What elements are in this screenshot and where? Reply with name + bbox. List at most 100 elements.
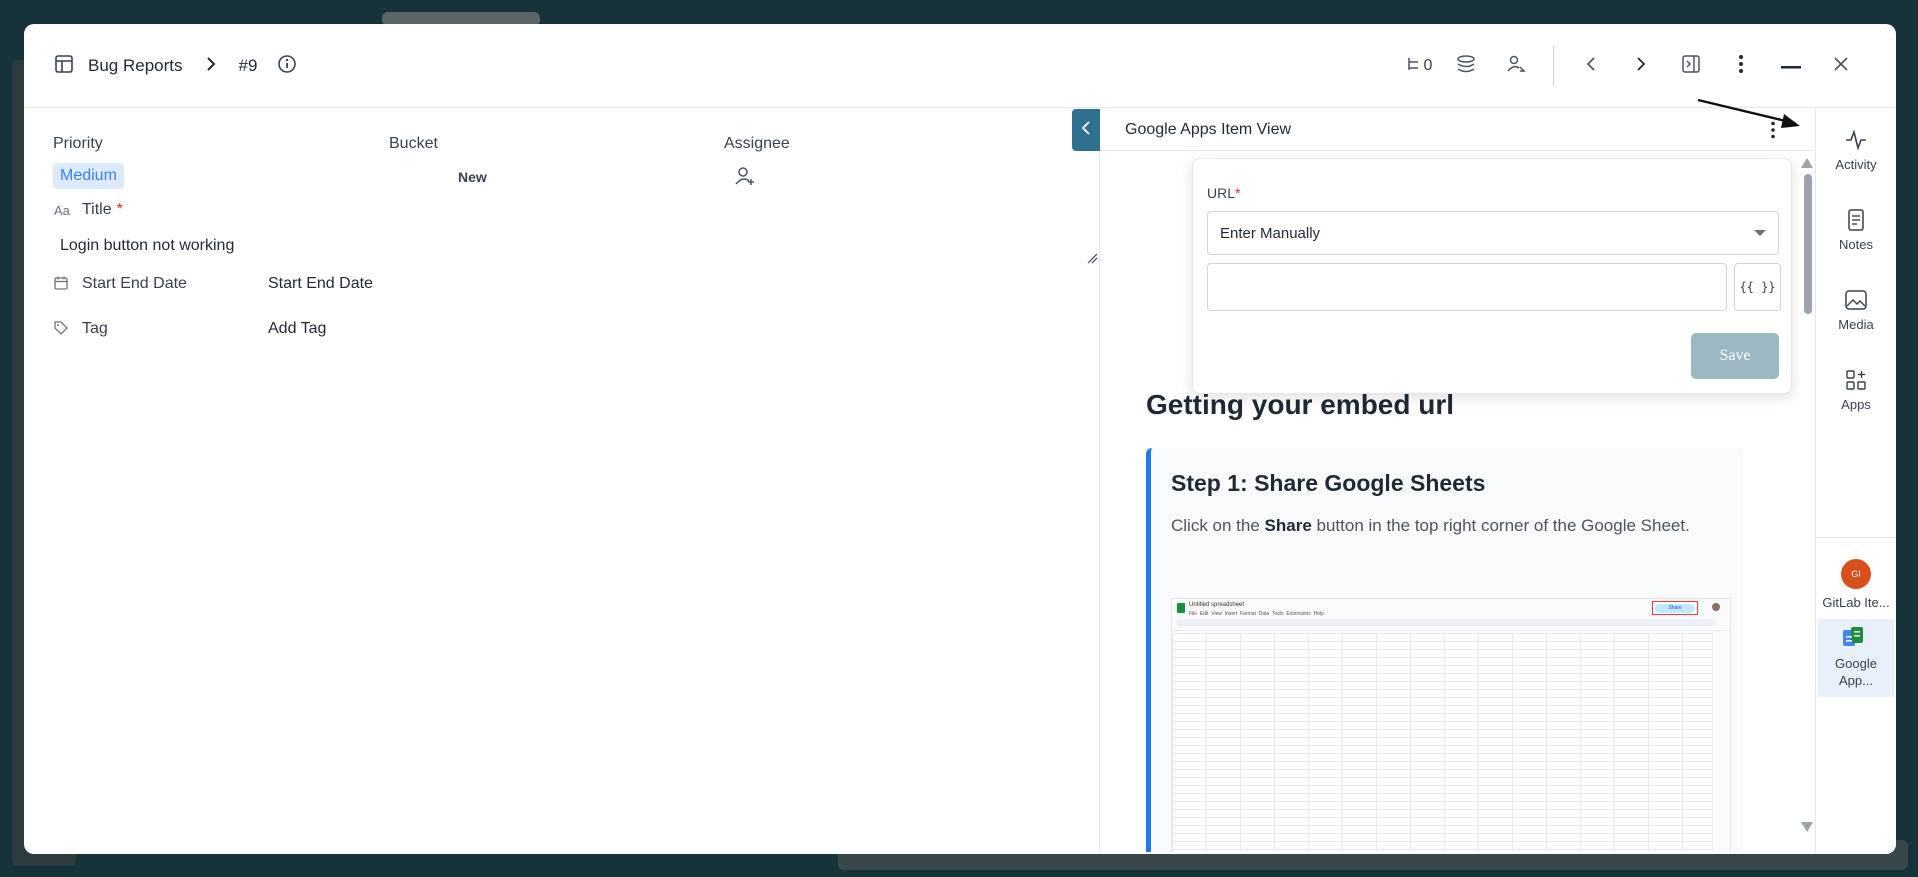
sheet-toolbar xyxy=(1176,619,1716,627)
url-required-marker: * xyxy=(1235,185,1241,201)
start-end-row: Start End Date Start End Date xyxy=(54,275,373,293)
sheet-share-label: Share xyxy=(1655,604,1695,613)
item-modal: Bug Reports #9 0 Priority Medium Bucket … xyxy=(24,24,1896,854)
panel-title: Google Apps Item View xyxy=(1125,120,1292,138)
priority-badge[interactable]: Medium xyxy=(53,163,124,189)
chevron-right-icon xyxy=(205,56,217,76)
add-assignee-icon[interactable] xyxy=(734,165,790,192)
title-value: Login button not working xyxy=(60,237,235,254)
start-end-label: Start End Date xyxy=(82,275,187,292)
rail-item-media[interactable]: Media xyxy=(1816,285,1896,332)
chevron-left-icon xyxy=(1585,56,1597,77)
priority-label: Priority xyxy=(53,135,103,152)
item-details: Priority Medium Bucket New Assignee Aa T… xyxy=(24,109,1099,854)
bucket-field: Bucket New xyxy=(389,135,487,185)
board-name-link[interactable]: Bug Reports xyxy=(88,56,183,76)
url-label-text: URL xyxy=(1207,185,1236,201)
subitems-count: 0 xyxy=(1423,57,1433,74)
dependencies-button[interactable] xyxy=(1441,46,1491,86)
rail-item-activity[interactable]: Activity xyxy=(1816,125,1896,172)
board-icon xyxy=(54,54,74,79)
rail-label-notes: Notes xyxy=(1839,237,1873,252)
rail-item-notes[interactable]: Notes xyxy=(1816,205,1896,252)
sheet-share-button: Share xyxy=(1652,601,1698,615)
rail-item-google-apps[interactable]: Google App... xyxy=(1818,619,1894,697)
toggle-sidepanel-button[interactable] xyxy=(1666,46,1716,86)
rail-label-gitlab: GitLab Ite... xyxy=(1822,595,1890,610)
step-description: Click on the Share button in the top rig… xyxy=(1171,512,1731,540)
user-share-icon xyxy=(1506,54,1526,79)
subitems-icon xyxy=(1406,56,1422,77)
previous-item-button[interactable] xyxy=(1566,46,1616,86)
panel-content: Getting your embed url Step 1: Share Goo… xyxy=(1100,152,1800,852)
sheet-title: Untitled spreadsheet xyxy=(1189,602,1245,608)
stack-icon xyxy=(1455,54,1477,79)
url-source-value: Enter Manually xyxy=(1220,224,1321,242)
title-label: Title xyxy=(82,201,112,218)
scroll-up-icon[interactable] xyxy=(1801,158,1813,168)
sheet-sidebar xyxy=(1712,631,1730,852)
panel-scrollbar[interactable] xyxy=(1800,152,1814,852)
apps-grid-icon xyxy=(1846,365,1866,395)
resize-handle-icon[interactable] xyxy=(1086,251,1098,269)
right-rail: Activity Notes Media Apps GI GitLab Ite.… xyxy=(1815,109,1896,854)
modal-header: Bug Reports #9 0 xyxy=(24,24,1896,108)
info-icon[interactable] xyxy=(277,54,297,79)
google-apps-panel: Google Apps Item View Getting your embed… xyxy=(1072,109,1814,854)
save-button[interactable]: Save xyxy=(1691,333,1779,379)
dropdown-caret-icon xyxy=(1754,230,1766,236)
sheets-logo-icon xyxy=(1177,603,1185,613)
next-item-button[interactable] xyxy=(1616,46,1666,86)
bucket-value[interactable]: New xyxy=(458,169,487,185)
minimize-icon xyxy=(1781,57,1801,75)
notes-icon xyxy=(1847,205,1865,235)
rail-item-gitlab[interactable]: GI GitLab Ite... xyxy=(1816,559,1896,610)
minimize-button[interactable] xyxy=(1766,46,1816,86)
title-row: Aa Title * xyxy=(54,201,123,219)
close-button[interactable] xyxy=(1816,46,1866,86)
url-input[interactable] xyxy=(1207,263,1727,311)
required-marker: * xyxy=(116,201,123,218)
add-tag-button[interactable]: Add Tag xyxy=(268,320,326,338)
rail-item-apps[interactable]: Apps xyxy=(1816,365,1896,412)
title-textarea[interactable]: Login button not working xyxy=(60,231,1100,264)
rail-label-media: Media xyxy=(1838,317,1874,332)
tag-row: Tag Add Tag xyxy=(54,320,326,338)
scroll-down-icon[interactable] xyxy=(1801,822,1813,832)
insert-variable-button[interactable]: {{ }} xyxy=(1734,263,1781,311)
sheet-grid xyxy=(1172,633,1712,852)
rail-label-activity: Activity xyxy=(1835,157,1877,172)
bucket-label: Bucket xyxy=(389,135,438,152)
image-icon xyxy=(1845,285,1867,315)
collapse-panel-button[interactable] xyxy=(1072,109,1100,151)
rail-label-apps: Apps xyxy=(1841,397,1871,412)
subitems-button[interactable]: 0 xyxy=(1397,46,1441,86)
item-id: #9 xyxy=(238,56,258,75)
sheet-avatar xyxy=(1712,603,1720,611)
chevron-right-icon xyxy=(1635,56,1647,77)
spreadsheet-screenshot: Untitled spreadsheet File Edit View Inse… xyxy=(1171,598,1731,852)
start-end-value[interactable]: Start End Date xyxy=(268,275,373,293)
assignee-field: Assignee xyxy=(724,135,790,192)
chevron-left-icon xyxy=(1081,120,1091,140)
scroll-thumb[interactable] xyxy=(1804,174,1812,314)
more-options-button[interactable] xyxy=(1716,46,1766,86)
step-card: Step 1: Share Google Sheets Click on the… xyxy=(1146,448,1743,852)
assignee-label: Assignee xyxy=(724,135,790,152)
sheet-menu: File Edit View Insert Format Data Tools … xyxy=(1189,611,1324,617)
google-apps-icon xyxy=(1842,619,1870,655)
kebab-menu-icon xyxy=(1738,54,1744,79)
header-divider xyxy=(1553,46,1554,86)
step-text-pre: Click on the xyxy=(1171,516,1265,535)
url-source-select[interactable]: Enter Manually xyxy=(1207,211,1779,255)
text-type-icon: Aa xyxy=(54,202,70,218)
rail-label-google-apps: Google App... xyxy=(1835,656,1877,688)
breadcrumb: Bug Reports #9 xyxy=(54,24,297,108)
step-text-post: button in the top right corner of the Go… xyxy=(1311,516,1690,535)
gitlab-avatar: GI xyxy=(1841,559,1871,589)
assign-user-button[interactable] xyxy=(1491,46,1541,86)
calendar-icon xyxy=(54,276,74,293)
rail-divider xyxy=(1816,537,1896,538)
url-popover: URL* Enter Manually {{ }} Save xyxy=(1192,158,1792,394)
sidepanel-icon xyxy=(1682,54,1700,78)
